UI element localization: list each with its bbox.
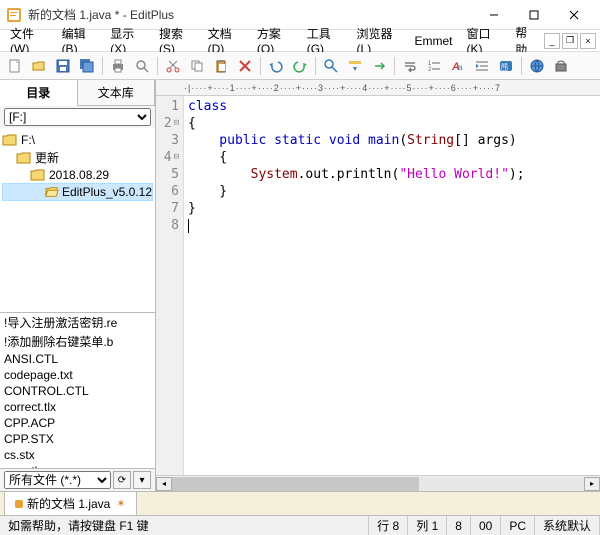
list-item[interactable]: CPP.STX — [0, 431, 155, 447]
folder-tree[interactable]: F:\ 更新 2018.08.29 EditPlus_v5.0.12 — [0, 128, 155, 312]
open-file-button[interactable] — [28, 55, 50, 77]
scroll-thumb[interactable] — [172, 477, 419, 491]
tree-folder-update[interactable]: 更新 — [2, 148, 153, 167]
side-panel: 目录 文本库 [F:] F:\ 更新 2018.08.29 EditPlus_v… — [0, 80, 156, 491]
list-item[interactable]: ANSI.CTL — [0, 351, 155, 367]
browser-button[interactable] — [526, 55, 548, 77]
folder-icon — [2, 133, 18, 147]
filter-menu-button[interactable]: ▾ — [133, 471, 151, 489]
status-line: 行 8 — [369, 516, 408, 535]
mdi-restore-button[interactable]: ❐ — [562, 33, 578, 49]
list-item[interactable]: !导入注册激活密钥.re — [0, 313, 155, 332]
print-button[interactable] — [107, 55, 129, 77]
window-title: 新的文档 1.java * - EditPlus — [28, 6, 474, 23]
linenumbers-button[interactable]: 12 — [423, 55, 445, 77]
ruler: ·|····+····1····+····2····+····3····+···… — [156, 80, 600, 96]
status-num2: 00 — [471, 516, 501, 535]
status-num1: 8 — [447, 516, 471, 535]
indent-button[interactable] — [471, 55, 493, 77]
file-filter-select[interactable]: 所有文件 (*.*) — [4, 471, 111, 489]
file-list[interactable]: !导入注册激活密钥.re !添加删除右键菜单.b ANSI.CTL codepa… — [0, 312, 155, 468]
new-file-button[interactable] — [4, 55, 26, 77]
mdi-close-button[interactable]: × — [580, 33, 596, 49]
convert-button[interactable]: ABCD — [495, 55, 517, 77]
folder-icon — [30, 168, 46, 182]
tab-state-icon: ✶ — [116, 497, 125, 510]
toolbar: 12 Aa ABCD — [0, 52, 600, 80]
status-help: 如需帮助，请按键盘 F1 键 — [0, 516, 369, 535]
editor-pane: ·|····+····1····+····2····+····3····+···… — [156, 80, 600, 491]
list-item[interactable]: CONTROL.CTL — [0, 383, 155, 399]
list-item[interactable]: cs.stx — [0, 447, 155, 463]
tree-folder-editplus[interactable]: EditPlus_v5.0.12 — [2, 183, 153, 201]
undo-button[interactable] — [265, 55, 287, 77]
mdi-minimize-button[interactable]: _ — [544, 33, 560, 49]
folder-open-icon — [45, 185, 59, 199]
tree-folder-date[interactable]: 2018.08.29 — [2, 167, 153, 183]
list-item[interactable]: !添加删除右键菜单.b — [0, 332, 155, 351]
save-button[interactable] — [52, 55, 74, 77]
redo-button[interactable] — [289, 55, 311, 77]
close-button[interactable] — [554, 1, 594, 29]
app-icon — [6, 7, 22, 23]
code-content[interactable]: class{ public static void main(String[] … — [184, 96, 600, 475]
folder-icon — [16, 151, 32, 165]
horizontal-scrollbar[interactable]: ◂ ▸ — [156, 475, 600, 491]
scroll-left-button[interactable]: ◂ — [156, 477, 172, 491]
tree-root[interactable]: F:\ — [2, 132, 153, 148]
copy-button[interactable] — [186, 55, 208, 77]
document-tab-bar: 新的文档 1.java ✶ — [0, 491, 600, 515]
wordwrap-button[interactable] — [399, 55, 421, 77]
line-gutter: 1 2⊟ 3 4⊟ 5 6 7 8 — [156, 96, 184, 475]
refresh-button[interactable]: ⟳ — [113, 471, 131, 489]
goto-button[interactable] — [368, 55, 390, 77]
menu-bar: 文件(W) 编辑(B) 显示(X) 搜索(S) 文档(D) 方案(O) 工具(G… — [0, 30, 600, 52]
code-area[interactable]: 1 2⊟ 3 4⊟ 5 6 7 8 class{ public static v… — [156, 96, 600, 475]
svg-text:CD: CD — [501, 67, 509, 73]
list-item[interactable]: codepage.txt — [0, 367, 155, 383]
document-tab[interactable]: 新的文档 1.java ✶ — [4, 491, 137, 515]
tab-directory[interactable]: 目录 — [0, 80, 78, 106]
save-all-button[interactable] — [76, 55, 98, 77]
delete-button[interactable] — [234, 55, 256, 77]
list-item[interactable]: CPP.ACP — [0, 415, 155, 431]
find-button[interactable] — [320, 55, 342, 77]
status-bar: 如需帮助，请按键盘 F1 键 行 8 列 1 8 00 PC 系统默认 — [0, 515, 600, 535]
list-item[interactable]: correct.tlx — [0, 399, 155, 415]
paste-button[interactable] — [210, 55, 232, 77]
cut-button[interactable] — [162, 55, 184, 77]
text-caret — [188, 219, 189, 233]
status-encoding: 系统默认 — [535, 516, 600, 535]
main-area: 目录 文本库 [F:] F:\ 更新 2018.08.29 EditPlus_v… — [0, 80, 600, 491]
svg-text:a: a — [458, 63, 463, 72]
svg-text:2: 2 — [428, 67, 432, 73]
status-col: 列 1 — [408, 516, 447, 535]
print-preview-button[interactable] — [131, 55, 153, 77]
status-mode: PC — [501, 516, 535, 535]
format-text-button[interactable]: Aa — [447, 55, 469, 77]
drive-select[interactable]: [F:] — [4, 108, 151, 126]
scroll-right-button[interactable]: ▸ — [584, 477, 600, 491]
find-next-button[interactable] — [344, 55, 366, 77]
document-tab-label: 新的文档 1.java — [27, 495, 110, 512]
config-button[interactable] — [550, 55, 572, 77]
modified-indicator-icon — [15, 500, 23, 508]
tab-cliptext[interactable]: 文本库 — [78, 80, 156, 105]
menu-emmet[interactable]: Emmet — [408, 32, 458, 50]
